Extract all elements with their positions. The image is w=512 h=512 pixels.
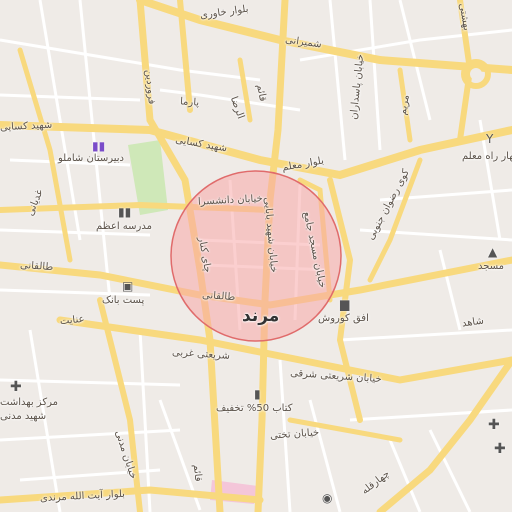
poi-mosque[interactable]: مسجد <box>478 262 504 272</box>
map-canvas[interactable]: مرند بلوار خاوری شمیرانی پارما الرضا قائ… <box>0 0 512 512</box>
bar-icon[interactable]: Y <box>486 133 493 145</box>
poi-book-discount[interactable]: کتاب 50% تخفیف <box>216 404 293 414</box>
health-icon-3[interactable]: ✚ <box>494 442 506 456</box>
poi-school-shamlu[interactable]: دبیرستان شاملو <box>58 154 124 164</box>
health-icon[interactable]: ✚ <box>10 380 22 394</box>
street-parma: پارما <box>179 96 200 109</box>
shop-icon[interactable]: ▆ <box>340 298 349 310</box>
roundabout-center <box>470 68 482 80</box>
school-icon-2[interactable]: ▮▮ <box>118 206 131 218</box>
street-ghaem: قائم <box>190 463 204 483</box>
book-icon[interactable]: ▮ <box>254 388 261 400</box>
poi-health-center-2[interactable]: شهید مدنی <box>0 412 46 422</box>
school-icon[interactable]: ▮▮ <box>92 140 105 152</box>
poi-post-bank[interactable]: پست بانک <box>102 296 144 306</box>
poi-health-center[interactable]: مرکز بهداشت <box>0 398 58 408</box>
poi-ofogh-kourosh[interactable]: افق کوروش <box>318 314 369 324</box>
health-icon-2[interactable]: ✚ <box>488 418 500 432</box>
mosque-icon[interactable]: ▲ <box>488 246 497 258</box>
bank-icon[interactable]: ▣ <box>122 280 133 292</box>
poi-school-azam[interactable]: مدرسه اعظم <box>96 222 152 232</box>
map-base <box>0 0 512 512</box>
street-nahavand: قائم <box>254 83 269 103</box>
street-farvardin: فروردین <box>142 69 157 105</box>
car-icon[interactable]: ◉ <box>322 492 332 504</box>
poi-chahar-rah-moalem[interactable]: چهار راه معلم <box>462 152 512 162</box>
city-label: مرند <box>242 306 280 326</box>
